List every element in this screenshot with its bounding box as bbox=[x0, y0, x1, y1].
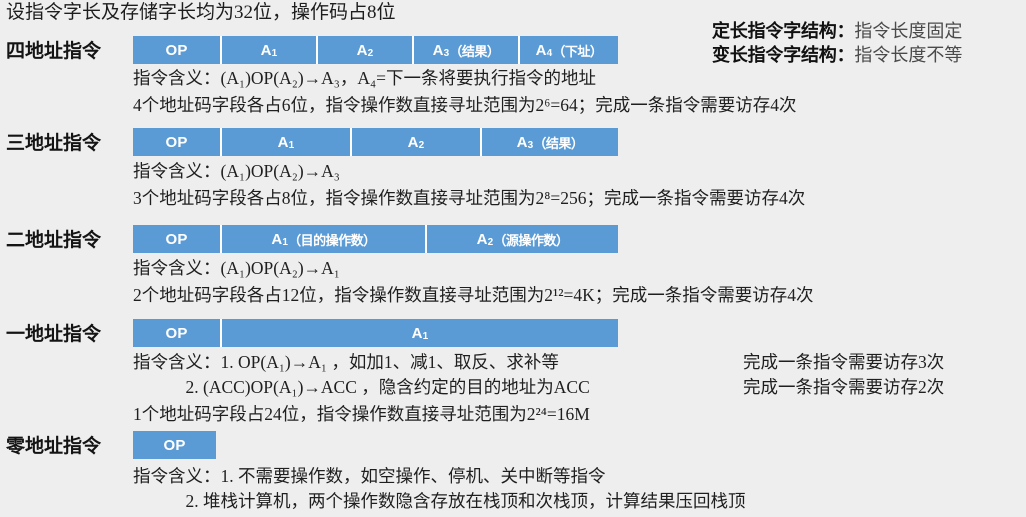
explanation-four-address-line2: 4个地址码字段各占6位，指令操作数直接寻址范围为2⁶=64；完成一条指令需要访存… bbox=[133, 95, 797, 115]
field-a4-next-address: A 4 （下址） bbox=[520, 36, 618, 64]
definition-variable-length-term: 变长指令字结构： bbox=[712, 45, 855, 65]
row-label-three-address: 三地址指令 bbox=[6, 133, 102, 154]
side-note-three-accesses: 完成一条指令需要访存3次 bbox=[743, 352, 945, 372]
explanation-one-address-line1: 指令含义：1. OP(A₁)→A₁ ，如加1、减1、取反、求补等 bbox=[133, 352, 559, 372]
explanation-zero-address-line2: 2. 堆栈计算机，两个操作数隐含存放在栈顶和次栈顶，计算结果压回栈顶 bbox=[133, 491, 746, 511]
format-bar-three-address: OP A1 A2 A 3 （结果） bbox=[133, 128, 618, 156]
definition-variable-length-desc: 指令长度不等 bbox=[854, 45, 963, 65]
explanation-one-address-line3: 1个地址码字段占24位，指令操作数直接寻址范围为2²⁴=16M bbox=[133, 404, 590, 424]
format-bar-two-address: OP A 1 （目的操作数） A 2 （源操作数） bbox=[133, 225, 618, 253]
field-op: OP bbox=[133, 431, 216, 459]
row-label-two-address: 二地址指令 bbox=[6, 230, 102, 251]
slide-canvas: 设指令字长及存储字长均为32位，操作码占8位 定长指令字结构：指令长度固定 变长… bbox=[0, 0, 1026, 517]
field-a1-destination-operand: A 1 （目的操作数） bbox=[222, 225, 427, 253]
field-a1: A1 bbox=[222, 319, 618, 347]
field-op: OP bbox=[133, 128, 222, 156]
format-bar-four-address: OP A1 A2 A 3 （结果） A 4 （下址） bbox=[133, 36, 618, 64]
explanation-two-address-line2: 2个地址码字段各占12位，指令操作数直接寻址范围为2¹²=4K；完成一条指令需要… bbox=[133, 285, 814, 305]
field-a2-source-operand: A 2 （源操作数） bbox=[427, 225, 618, 253]
side-note-two-accesses: 完成一条指令需要访存2次 bbox=[743, 377, 945, 397]
premise-text: 设指令字长及存储字长均为32位，操作码占8位 bbox=[6, 2, 396, 23]
explanation-four-address-line1: 指令含义：(A₁)OP(A₂)→A₃，A₄=下一条将要执行指令的地址 bbox=[133, 68, 597, 88]
explanation-two-address-line1: 指令含义：(A₁)OP(A₂)→A₁ bbox=[133, 258, 340, 278]
row-label-four-address: 四地址指令 bbox=[6, 41, 102, 62]
explanation-three-address-line1: 指令含义：(A₁)OP(A₂)→A₃ bbox=[133, 161, 340, 181]
field-a2: A2 bbox=[352, 128, 482, 156]
definition-variable-length: 变长指令字结构：指令长度不等 bbox=[694, 28, 962, 82]
explanation-one-address-line2: 2. (ACC)OP(A₁)→ACC ，隐含约定的目的地址为ACC bbox=[133, 377, 590, 397]
field-a3-result: A 3 （结果） bbox=[414, 36, 520, 64]
explanation-three-address-line2: 3个地址码字段各占8位，指令操作数直接寻址范围为2⁸=256；完成一条指令需要访… bbox=[133, 188, 806, 208]
row-label-one-address: 一地址指令 bbox=[6, 324, 102, 345]
field-op: OP bbox=[133, 319, 222, 347]
field-op: OP bbox=[133, 225, 222, 253]
format-bar-one-address: OP A1 bbox=[133, 319, 618, 347]
field-a1: A1 bbox=[222, 36, 318, 64]
field-a1: A1 bbox=[222, 128, 352, 156]
row-label-zero-address: 零地址指令 bbox=[6, 436, 102, 457]
explanation-zero-address-line1: 指令含义：1. 不需要操作数，如空操作、停机、关中断等指令 bbox=[133, 466, 606, 486]
field-a2: A2 bbox=[318, 36, 414, 64]
format-bar-zero-address: OP bbox=[133, 431, 216, 459]
field-op: OP bbox=[133, 36, 222, 64]
field-a3-result: A 3 （结果） bbox=[482, 128, 618, 156]
